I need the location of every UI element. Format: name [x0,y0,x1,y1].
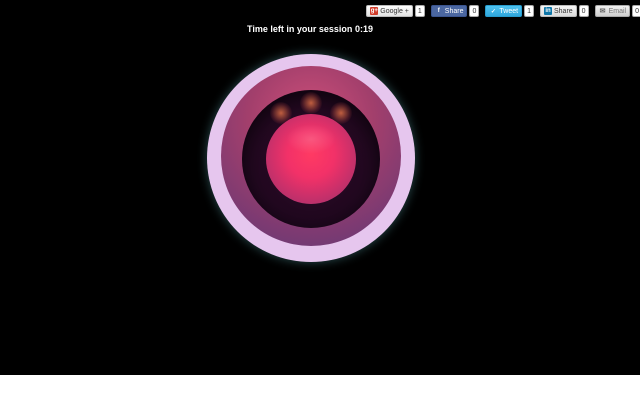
facebook-share-count: 0 [469,5,480,17]
tweet-count: 1 [524,5,534,17]
app-stage: g+ Google + 1 f Share 0 ✓ Tweet 1 in Sha… [0,0,640,375]
session-timer-label: Time left in your session [247,24,353,34]
share-item-twitter: ✓ Tweet 1 [485,5,534,17]
orb-core-glare [286,124,336,154]
google-plus-icon: g+ [370,7,379,15]
session-timer: Time left in your session 0:19 [0,24,620,34]
email-share-count: 0 [632,5,640,17]
google-plus-count: 1 [414,5,425,17]
share-item-google: g+ Google + 1 [366,5,425,17]
linkedin-share-count: 0 [578,5,589,17]
linkedin-icon: in [543,7,552,15]
tweet-label: Tweet [499,7,519,15]
twitter-bird-icon: ✓ [490,8,496,15]
share-item-email: ✉ Email 0 [594,5,640,17]
facebook-share-label: Share [444,7,464,15]
email-envelope-icon: ✉ [599,8,606,15]
share-item-linkedin: in Share 0 [539,5,589,17]
session-timer-value: 0:19 [354,24,373,34]
google-plus-label: Google + [380,7,409,15]
orb-core [266,114,356,204]
glowing-orb[interactable] [207,54,415,262]
orb-inner-ring [242,90,380,228]
email-share-label: Email [608,7,627,15]
linkedin-share-button[interactable]: in Share [539,5,577,17]
linkedin-share-label: Share [553,7,573,15]
tweet-button[interactable]: ✓ Tweet [485,5,523,17]
orb-outer-ring [221,66,401,246]
facebook-share-button[interactable]: f Share [430,5,468,17]
email-share-button[interactable]: ✉ Email [594,5,631,17]
share-item-facebook: f Share 0 [430,5,480,17]
orb-glow-center [300,92,322,114]
google-plus-button[interactable]: g+ Google + [366,5,413,17]
share-bar: g+ Google + 1 f Share 0 ✓ Tweet 1 in Sha… [366,4,640,18]
facebook-icon: f [437,8,440,14]
